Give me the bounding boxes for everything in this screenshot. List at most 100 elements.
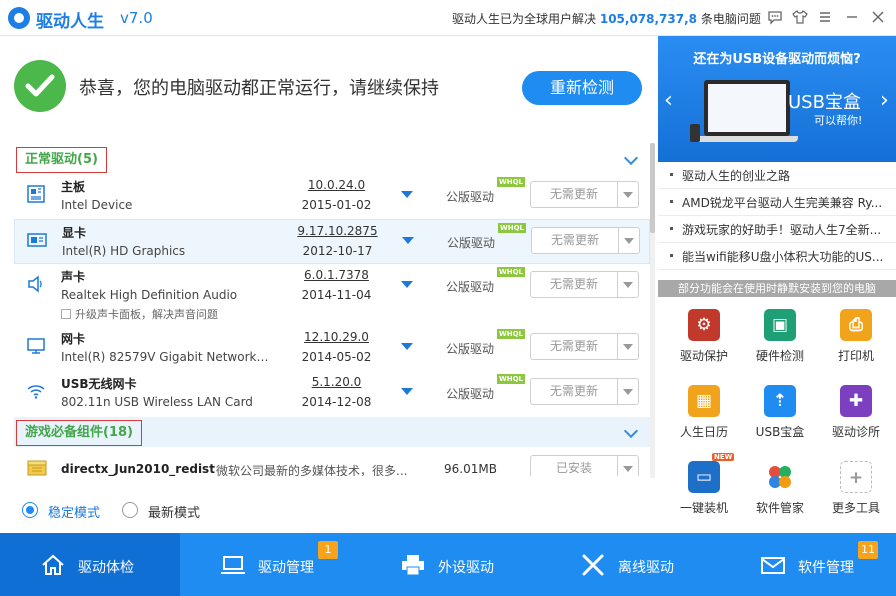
tool-hardware-check[interactable]: ▣ 硬件检测: [736, 297, 816, 373]
doctor-icon: ✚: [840, 385, 872, 417]
motherboard-icon: [26, 184, 46, 204]
version-dropdown-icon[interactable]: [401, 281, 413, 288]
driver-version-link[interactable]: 9.17.10.2875: [285, 224, 390, 238]
close-icon[interactable]: [869, 9, 887, 27]
driver-row-wireless[interactable]: USB无线网卡 802.11n USB Wireless LAN Card 5.…: [14, 371, 650, 416]
driver-action-label: 无需更新: [550, 233, 599, 247]
driver-action-button[interactable]: 无需更新: [530, 333, 639, 360]
upgrade-checkbox[interactable]: [61, 309, 71, 319]
driver-name: USB无线网卡: [61, 377, 137, 391]
driver-version-link[interactable]: 12.10.29.0: [284, 330, 389, 344]
action-dropdown-icon[interactable]: [617, 456, 638, 476]
nav-badge: 11: [858, 541, 878, 559]
software-icon: [764, 461, 796, 493]
tool-label: 一键装机: [679, 501, 728, 515]
latest-mode-radio[interactable]: [122, 502, 138, 518]
stats-prefix: 驱动人生已为全球用户解决: [452, 12, 597, 26]
normal-drivers-header[interactable]: 正常驱动(5): [14, 144, 650, 174]
feedback-icon[interactable]: [766, 9, 784, 27]
skin-icon[interactable]: [791, 9, 809, 27]
component-row-directx[interactable]: directx_Jun2010_redist 微软公司最新的多媒体技术，很多..…: [14, 448, 650, 476]
news-title[interactable]: 驱动人生的创业之路: [682, 167, 886, 184]
driver-row-network[interactable]: 网卡 Intel(R) 82579V Gigabit Network ... 1…: [14, 326, 650, 371]
tool-driver-clinic[interactable]: ✚ 驱动诊所: [812, 373, 892, 449]
bottom-nav: 驱动体检 驱动管理 1 外设驱动 离线驱动 软件管理 11: [0, 533, 896, 596]
printer-icon: [400, 554, 426, 576]
driver-action-button[interactable]: 无需更新: [531, 227, 640, 254]
action-dropdown-icon[interactable]: [617, 182, 638, 207]
tool-printer[interactable]: ⎙ 打印机: [812, 297, 892, 373]
latest-mode-label[interactable]: 最新模式: [148, 502, 200, 521]
driver-action-label: 无需更新: [549, 187, 598, 201]
banner-next-icon[interactable]: ›: [880, 88, 889, 113]
minimize-icon[interactable]: [843, 9, 861, 27]
action-dropdown-icon[interactable]: [618, 228, 639, 253]
action-dropdown-icon[interactable]: [617, 334, 638, 359]
banner-prev-icon[interactable]: ‹: [664, 88, 673, 113]
component-action-button[interactable]: 已安装: [530, 455, 639, 476]
menu-icon[interactable]: [816, 9, 834, 27]
driver-row-graphics[interactable]: 显卡 Intel(R) HD Graphics 9.17.10.2875 201…: [14, 219, 650, 264]
laptop-illustration: [704, 80, 790, 136]
driver-type: 公版驱动: [446, 280, 495, 294]
tool-more[interactable]: + 更多工具: [812, 449, 892, 525]
news-item[interactable]: AMD锐龙平台驱动人生完美兼容 Ry...: [658, 189, 896, 216]
chevron-down-icon[interactable]: [623, 150, 639, 166]
chevron-down-icon[interactable]: [623, 423, 639, 439]
audio-panel-upgrade-option[interactable]: 升级声卡面板，解决声音问题: [61, 306, 218, 322]
driver-device: Intel Device: [61, 198, 133, 212]
laptop-icon: [220, 554, 246, 576]
nav-offline-driver[interactable]: 离线驱动: [540, 533, 720, 596]
scrollbar-thumb[interactable]: [650, 143, 655, 233]
news-title[interactable]: AMD锐龙平台驱动人生完美兼容 Ry...: [682, 194, 886, 211]
stable-mode-radio[interactable]: [22, 502, 38, 518]
tool-driver-protect[interactable]: ⚙ 驱动保护: [660, 297, 740, 373]
version-dropdown-icon[interactable]: [402, 237, 414, 244]
tool-calendar[interactable]: ▦ 人生日历: [660, 373, 740, 449]
driver-version-link[interactable]: 5.1.20.0: [284, 375, 389, 389]
driver-date: 2014-11-04: [301, 288, 372, 302]
driver-action-button[interactable]: 无需更新: [530, 378, 639, 405]
news-title[interactable]: 游戏玩家的好助手！驱动人生7全新...: [682, 221, 886, 238]
driver-action-button[interactable]: 无需更新: [530, 271, 639, 298]
nav-software-manage[interactable]: 软件管理 11: [720, 533, 896, 596]
tool-usb-box[interactable]: ⇡ USB宝盒: [736, 373, 816, 449]
news-item[interactable]: 游戏玩家的好助手！驱动人生7全新...: [658, 216, 896, 243]
package-icon: [26, 458, 47, 476]
mail-icon: [760, 554, 786, 576]
tool-software-manager[interactable]: 软件管家: [736, 449, 816, 525]
news-item[interactable]: 驱动人生的创业之路: [658, 162, 896, 189]
driver-row-motherboard[interactable]: 主板 Intel Device 10.0.24.0 2015-01-02 公版驱…: [14, 174, 650, 219]
nav-peripheral-driver[interactable]: 外设驱动: [360, 533, 540, 596]
silent-install-notice: 部分功能会在使用时静默安装到您的电脑: [658, 280, 896, 297]
tool-label: USB宝盒: [755, 425, 805, 439]
version-dropdown-icon[interactable]: [401, 191, 413, 198]
graphics-card-icon: [27, 230, 47, 250]
tool-label: 硬件检测: [755, 349, 804, 363]
version-dropdown-icon[interactable]: [401, 388, 413, 395]
promo-banner[interactable]: 还在为USB设备驱动而烦恼? USB宝盒 可以帮你! ‹ ›: [658, 36, 896, 162]
driver-date: 2012-10-17: [302, 244, 373, 258]
action-dropdown-icon[interactable]: [617, 272, 638, 297]
news-item[interactable]: 能当wifi能移U盘小体积大功能的US...: [658, 243, 896, 270]
driver-version-link[interactable]: 6.0.1.7378: [284, 268, 389, 282]
tool-one-click-install[interactable]: ▭ NEW 一键装机: [660, 449, 740, 525]
recheck-button[interactable]: 重新检测: [522, 71, 642, 105]
stable-mode-label[interactable]: 稳定模式: [48, 502, 100, 521]
driver-version-link[interactable]: 10.0.24.0: [284, 178, 389, 192]
game-components-header[interactable]: 游戏必备组件(18): [14, 417, 650, 447]
list-scrollbar[interactable]: [650, 143, 655, 478]
driver-action-button[interactable]: 无需更新: [530, 181, 639, 208]
app-logo-icon: [8, 7, 30, 29]
nav-driver-checkup[interactable]: 驱动体检: [0, 533, 180, 596]
driver-row-audio[interactable]: 声卡 Realtek High Definition Audio 6.0.1.7…: [14, 264, 650, 324]
banner-subtitle: 可以帮你!: [814, 114, 863, 127]
network-card-icon: [26, 336, 46, 356]
whql-badge: WHQL: [497, 329, 525, 339]
version-dropdown-icon[interactable]: [401, 343, 413, 350]
action-dropdown-icon[interactable]: [617, 379, 638, 404]
tool-label: 驱动保护: [679, 349, 728, 363]
news-title[interactable]: 能当wifi能移U盘小体积大功能的US...: [682, 248, 886, 265]
install-icon: ▭: [688, 461, 720, 493]
nav-driver-manage[interactable]: 驱动管理 1: [180, 533, 360, 596]
